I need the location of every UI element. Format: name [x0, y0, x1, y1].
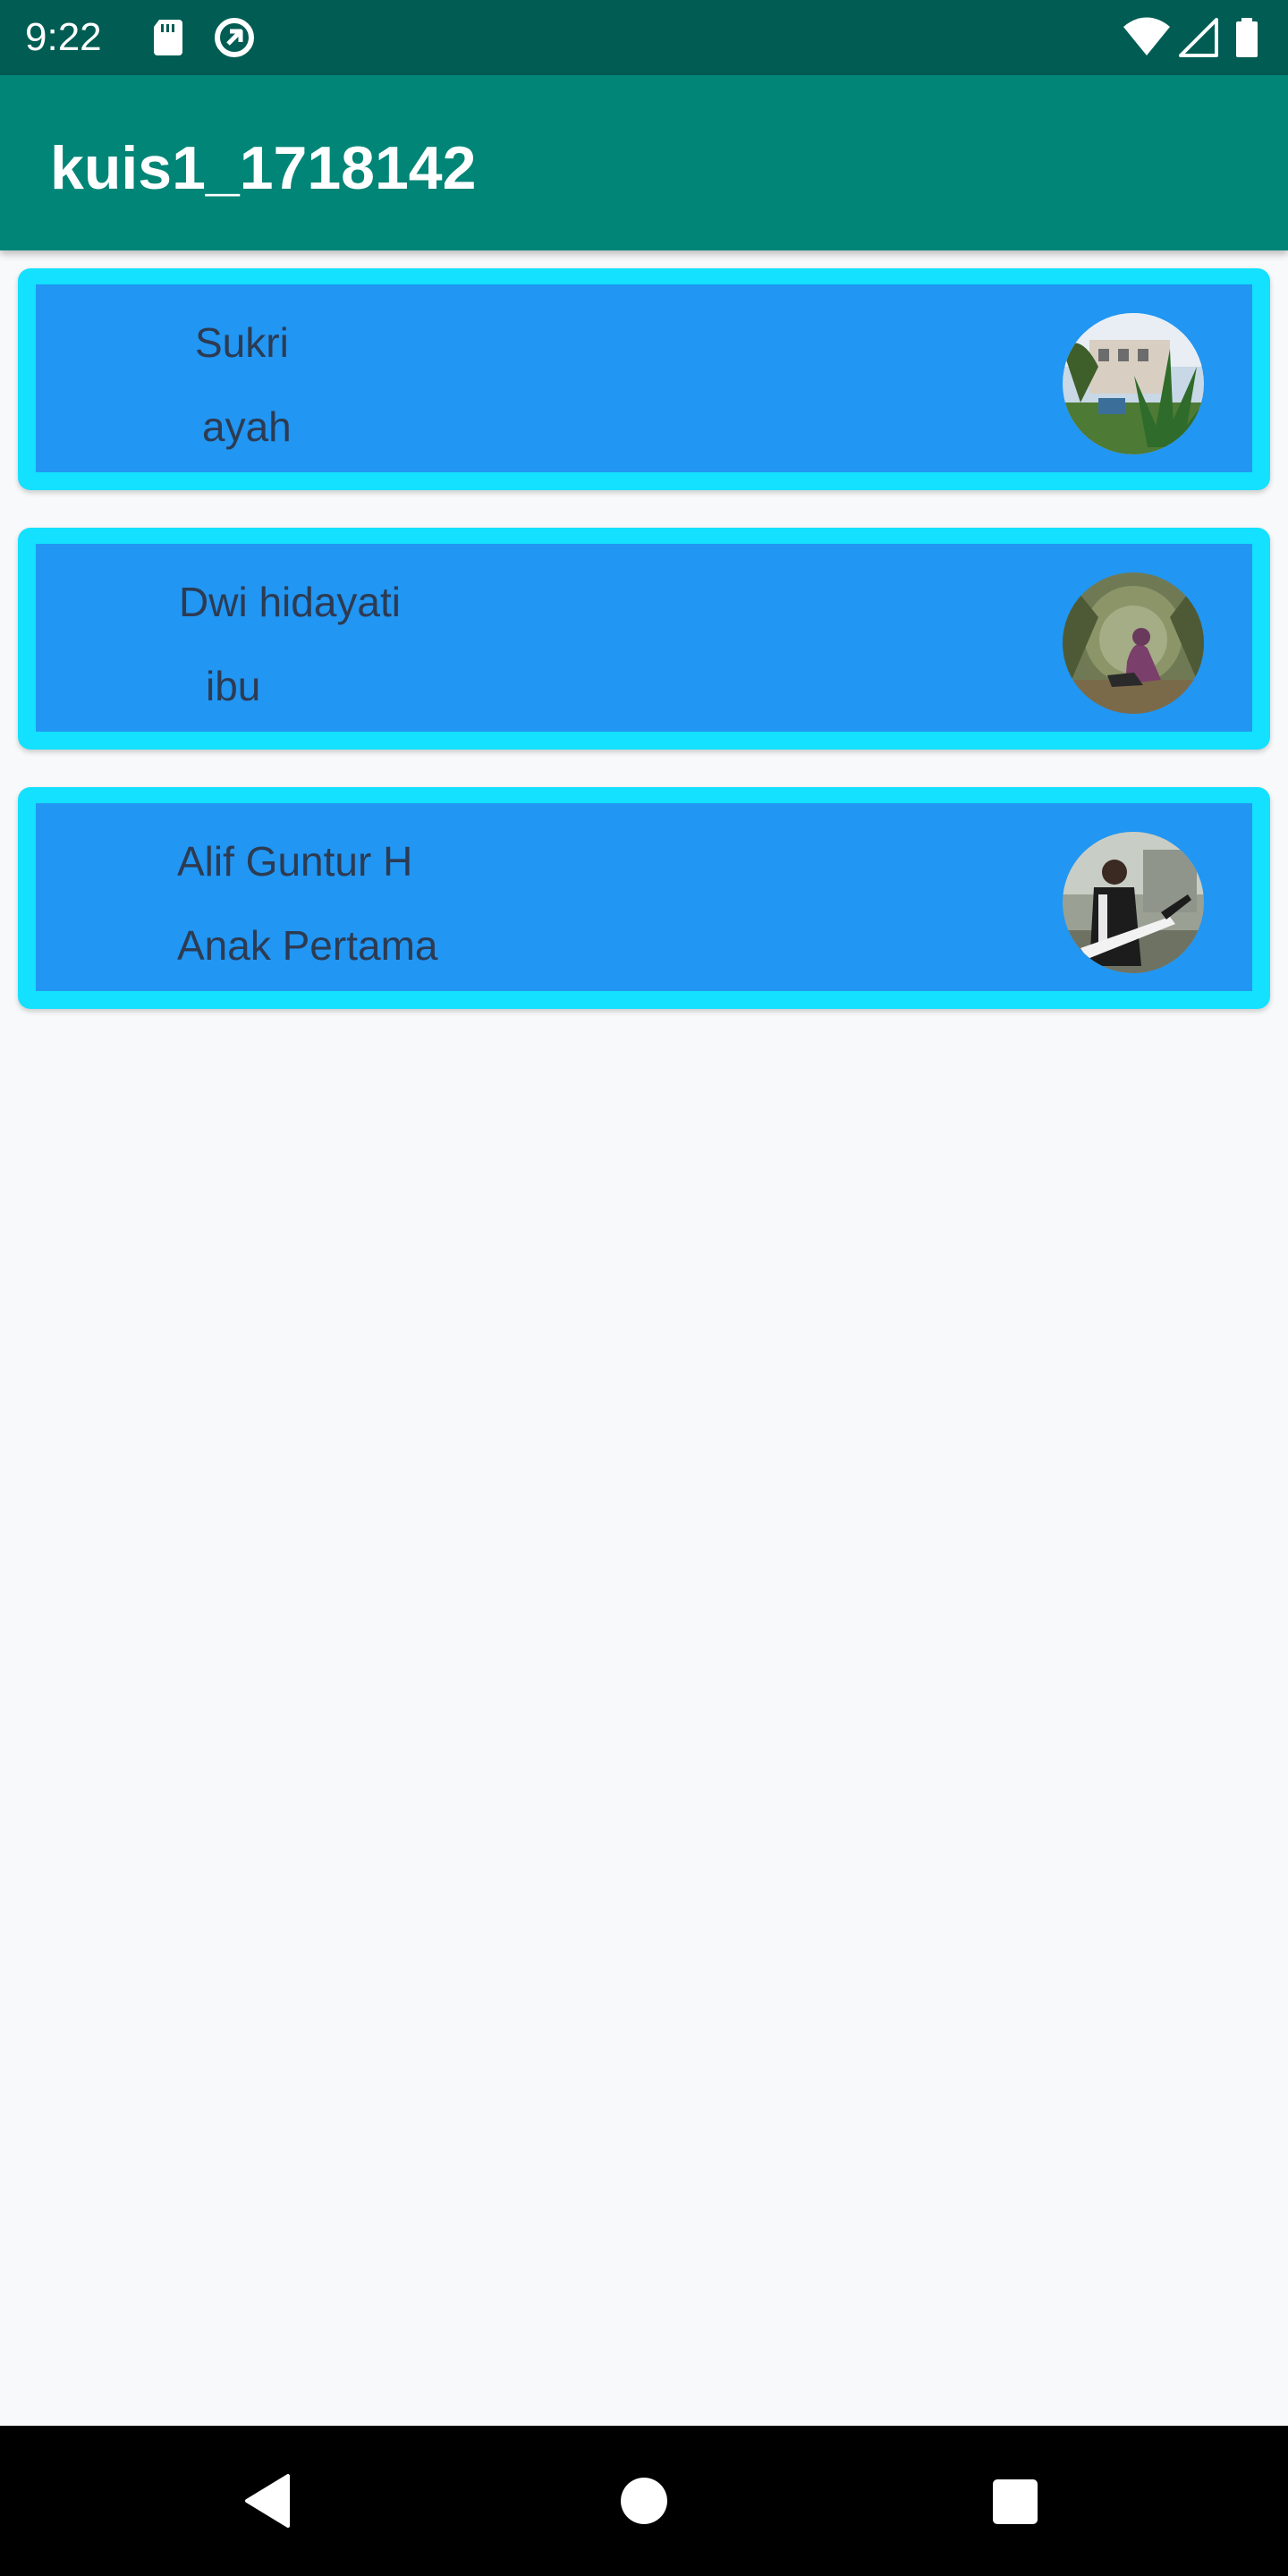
- list-item[interactable]: Dwi hidayati ibu: [18, 528, 1270, 750]
- navigation-bar: [0, 2426, 1288, 2576]
- item-role: ibu: [206, 663, 261, 709]
- item-name: Dwi hidayati: [179, 579, 401, 625]
- app-bar: kuis1_1718142: [0, 75, 1288, 250]
- battery-icon: [1233, 16, 1261, 59]
- avatar: [1063, 313, 1204, 454]
- recents-icon[interactable]: [982, 2469, 1046, 2533]
- avatar: [1063, 832, 1204, 973]
- item-name: Alif Guntur H: [177, 838, 413, 885]
- item-name: Sukri: [195, 319, 289, 366]
- list-item[interactable]: Sukri ayah: [18, 268, 1270, 490]
- list-item[interactable]: Alif Guntur H Anak Pertama: [18, 787, 1270, 1009]
- sd-card-icon: [147, 16, 190, 59]
- wifi-icon: [1122, 16, 1172, 59]
- avatar: [1063, 572, 1204, 714]
- card-body: Dwi hidayati ibu: [36, 544, 1252, 732]
- app-title: kuis1_1718142: [50, 134, 477, 202]
- status-time: 9:22: [25, 15, 102, 59]
- home-icon[interactable]: [612, 2469, 676, 2533]
- back-icon[interactable]: [236, 2469, 301, 2533]
- cell-signal-icon: [1177, 16, 1220, 59]
- item-role: ayah: [202, 403, 292, 450]
- card-body: Alif Guntur H Anak Pertama: [36, 803, 1252, 991]
- data-saver-icon: [213, 16, 256, 59]
- card-body: Sukri ayah: [36, 284, 1252, 472]
- status-bar: 9:22: [0, 0, 1288, 75]
- item-role: Anak Pertama: [177, 922, 438, 969]
